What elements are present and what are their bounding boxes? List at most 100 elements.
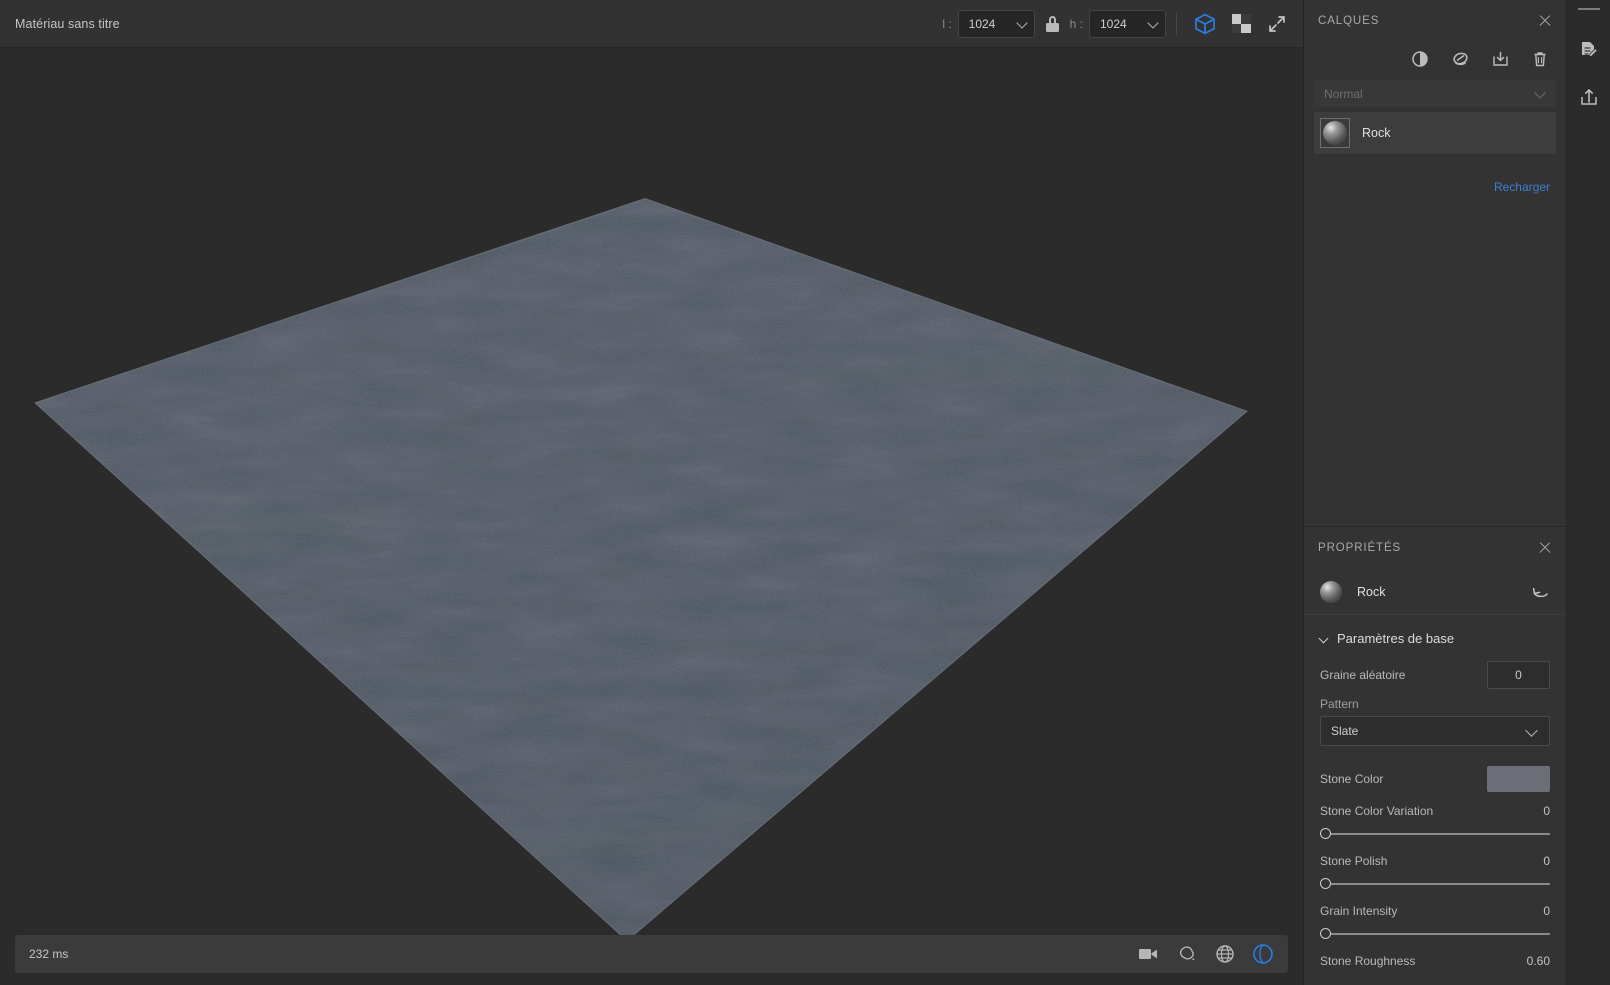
layer-name: Rock [1362,126,1391,140]
random-seed-label: Graine aléatoire [1320,668,1406,682]
application-window: Matériau sans titre l : 1024 h : 1024 23… [0,0,1610,985]
camera-button[interactable] [1138,943,1160,965]
layers-toolbar [1304,42,1566,76]
right-side: CALQUES Normal Rock Recharger PROPRIÉTÉS… [1303,0,1610,985]
stone-color-label: Stone Color [1320,772,1384,786]
pattern-dropdown[interactable]: Slate [1320,716,1550,746]
globe-grid-icon [1216,945,1234,963]
environment-button[interactable] [1176,943,1198,965]
camera-icon [1139,949,1157,959]
width-value: 1024 [968,16,996,31]
reload-link[interactable]: Recharger [1494,180,1550,194]
render-time-label: 232 ms [29,947,69,961]
main-area: Matériau sans titre l : 1024 h : 1024 23… [0,0,1303,985]
field-stone-polish: Stone Polish 0 [1320,848,1550,892]
layers-panel-title: CALQUES [1318,15,1380,27]
field-stone-roughness: Stone Roughness 0.60 [1320,948,1550,974]
random-seed-input[interactable]: 0 [1487,661,1550,689]
lock-icon[interactable] [1045,15,1059,32]
close-icon[interactable] [1536,539,1554,557]
field-stone-color: Stone Color [1320,760,1550,798]
properties-body: Paramètres de base Graine aléatoire 0 Pa… [1304,615,1566,985]
view-3d-button[interactable] [1187,4,1223,44]
layer-item-rock[interactable]: Rock [1314,112,1556,154]
globe-grid-button[interactable] [1214,943,1236,965]
view-2d-button[interactable] [1223,4,1259,44]
layer-list: Rock Recharger [1304,112,1566,526]
expand-diagonal-icon [1269,15,1285,32]
grain-intensity-slider[interactable] [1320,926,1550,942]
grain-intensity-value: 0 [1543,904,1550,918]
stone-color-swatch[interactable] [1487,766,1550,792]
document-title: Matériau sans titre [15,16,120,31]
stone-color-variation-slider[interactable] [1320,826,1550,842]
chevron-down-icon [1526,725,1539,738]
trash-icon [1534,52,1546,67]
section-parametres-de-base[interactable]: Paramètres de base [1320,615,1550,659]
chevron-down-icon [1148,18,1159,29]
layers-panel-header: CALQUES [1304,0,1566,42]
stone-color-variation-label: Stone Color Variation [1320,804,1434,818]
blend-mode-dropdown[interactable]: Normal [1314,80,1556,107]
slider-knob[interactable] [1320,828,1331,839]
rail-collapse-handle[interactable] [1577,8,1600,10]
viewport-tool-icons [1138,943,1274,965]
blend-mode-value: Normal [1324,86,1363,101]
toolbar-divider [1176,12,1177,35]
stone-polish-value: 0 [1543,854,1550,868]
edit-document-button[interactable] [1574,36,1604,66]
add-adjustment-button[interactable] [1410,49,1430,69]
docked-panels: CALQUES Normal Rock Recharger PROPRIÉTÉS… [1303,0,1566,985]
close-icon[interactable] [1536,12,1554,30]
width-label: l : [942,16,952,31]
add-filter-button[interactable] [1450,49,1470,69]
sphere-thumbnail-icon [1320,580,1342,603]
height-value: 1024 [1100,16,1127,31]
section-title: Paramètres de base [1337,631,1455,646]
reset-parameters-button[interactable] [1530,581,1552,603]
stone-polish-slider[interactable] [1320,876,1550,892]
material-texture [35,198,1247,941]
slider-knob[interactable] [1320,878,1331,889]
material-plane-preview[interactable] [0,48,1303,985]
export-upload-icon [1580,89,1597,105]
field-random-seed: Graine aléatoire 0 [1320,659,1550,691]
properties-object-row: Rock [1304,569,1566,615]
3d-viewport[interactable]: 232 ms [0,48,1303,985]
height-dropdown[interactable]: 1024 [1089,9,1166,38]
stone-roughness-value: 0.60 [1526,954,1550,968]
cube-3d-icon [1195,13,1215,34]
adjustment-half-circle-icon [1412,51,1428,67]
properties-panel: PROPRIÉTÉS Rock Paramètres de base Grain… [1304,527,1566,985]
import-icon [1492,51,1508,66]
chevron-down-icon [1017,18,1028,29]
field-grain-intensity: Grain Intensity 0 [1320,898,1550,942]
grain-intensity-label: Grain Intensity [1320,904,1398,918]
delete-layer-button[interactable] [1530,49,1550,69]
filter-leaf-icon [1452,52,1468,65]
rotate-orbit-button[interactable] [1252,943,1274,965]
chevron-down-icon [1320,634,1330,644]
fullscreen-button[interactable] [1259,4,1295,44]
sphere-thumbnail-icon [1323,121,1347,145]
environment-icon [1179,946,1195,961]
topbar-controls: l : 1024 h : 1024 [942,0,1303,47]
export-button[interactable] [1574,82,1604,112]
stone-polish-label: Stone Polish [1320,854,1388,868]
height-label: h : [1069,16,1083,31]
properties-panel-title: PROPRIÉTÉS [1318,542,1402,554]
checkerboard-icon [1231,14,1251,33]
properties-panel-header: PROPRIÉTÉS [1304,527,1566,569]
width-dropdown[interactable]: 1024 [957,9,1035,38]
slider-knob[interactable] [1320,928,1331,939]
pattern-value: Slate [1331,724,1359,738]
layer-thumbnail [1320,118,1350,148]
rotate-orbit-icon [1253,944,1273,964]
field-stone-color-variation: Stone Color Variation 0 [1320,798,1550,842]
pattern-label: Pattern [1320,697,1359,711]
top-toolbar: Matériau sans titre l : 1024 h : 1024 [0,0,1303,48]
import-layer-button[interactable] [1490,49,1510,69]
stone-roughness-label: Stone Roughness [1320,954,1416,968]
random-seed-value: 0 [1515,668,1522,682]
right-rail-toolbar [1566,0,1610,985]
